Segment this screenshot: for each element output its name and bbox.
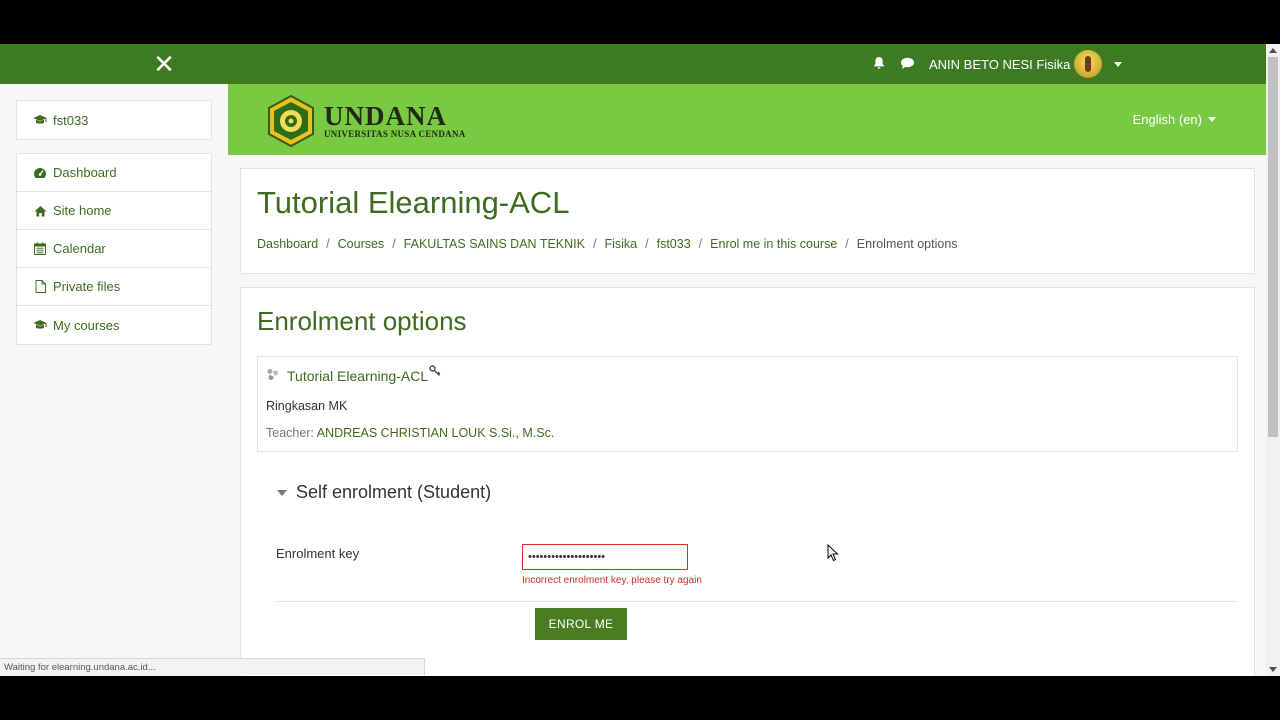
- sidebar: fst033 Dashboard Site home Calendar Priv…: [0, 84, 228, 676]
- breadcrumb-current: Enrolment options: [856, 237, 958, 251]
- file-icon: [33, 280, 47, 294]
- sidebar-item-my-courses[interactable]: My courses: [17, 306, 211, 344]
- avatar: [1074, 50, 1103, 78]
- dashboard-icon: [33, 166, 47, 180]
- mouse-cursor-icon: [827, 543, 839, 567]
- chat-icon[interactable]: [900, 56, 915, 70]
- close-icon[interactable]: ✕: [153, 49, 175, 79]
- enrolment-card: Enrolment options Tutorial Elearning-ACL…: [240, 287, 1255, 676]
- sidebar-item-label: Private files: [53, 279, 121, 294]
- breadcrumb-separator: /: [326, 237, 330, 251]
- breadcrumb-item[interactable]: Courses: [338, 237, 385, 251]
- scroll-up-icon[interactable]: [1269, 48, 1277, 53]
- sidebar-item-site-home[interactable]: Site home: [17, 192, 211, 230]
- sidebar-nav-block: Dashboard Site home Calendar Private fil…: [16, 153, 212, 345]
- bell-icon[interactable]: [872, 56, 886, 70]
- scrollbar[interactable]: [1266, 44, 1280, 676]
- user-menu[interactable]: ANIN BETO NESI Fisika: [929, 50, 1123, 78]
- graduation-cap-icon: [33, 318, 47, 332]
- sidebar-item-label: Dashboard: [53, 165, 117, 180]
- course-summary-box: Tutorial Elearning-ACL Ringkasan MK Teac…: [257, 356, 1238, 452]
- course-icon: [266, 368, 279, 384]
- scroll-down-icon[interactable]: [1269, 667, 1277, 672]
- browser-status-bar: Waiting for elearning.undana.ac.id...: [0, 658, 425, 675]
- language-label: English (en): [1132, 112, 1202, 127]
- graduation-cap-icon: [33, 113, 47, 127]
- breadcrumb-item[interactable]: FAKULTAS SAINS DAN TEKNIK: [404, 237, 585, 251]
- breadcrumb-separator: /: [392, 237, 396, 251]
- key-icon: [429, 364, 441, 380]
- breadcrumb-item[interactable]: fst033: [657, 237, 691, 251]
- browser-viewport: ✕ ANIN BETO NESI Fisika fst033 Dashboard…: [0, 44, 1280, 676]
- chevron-down-icon: [1208, 117, 1216, 122]
- breadcrumb-separator: /: [592, 237, 597, 251]
- calendar-icon: [33, 242, 47, 256]
- logo-main-text: UNDANA: [324, 101, 447, 131]
- course-link[interactable]: Tutorial Elearning-ACL: [266, 364, 441, 384]
- teacher-label: Teacher:: [266, 426, 314, 440]
- chevron-down-icon: [1114, 61, 1123, 67]
- course-summary: Ringkasan MK: [266, 399, 348, 413]
- collapse-icon: [277, 489, 287, 496]
- top-navbar: ✕ ANIN BETO NESI Fisika: [0, 44, 1266, 84]
- form-divider: [276, 601, 1238, 602]
- sidebar-item-dashboard[interactable]: Dashboard: [17, 154, 211, 192]
- language-menu[interactable]: English (en): [1133, 112, 1216, 127]
- course-name: Tutorial Elearning-ACL: [287, 368, 429, 384]
- enrolment-key-input[interactable]: [522, 544, 688, 570]
- enrolment-key-label: Enrolment key: [276, 546, 360, 561]
- self-enrolment-toggle[interactable]: Self enrolment (Student): [277, 482, 491, 503]
- breadcrumb-item[interactable]: Enrol me in this course: [710, 237, 837, 251]
- enrolment-title: Enrolment options: [257, 306, 467, 336]
- enrolment-key-error: Incorrect enrolment key, please try agai…: [522, 575, 702, 586]
- user-name: ANIN BETO NESI Fisika: [929, 56, 1071, 72]
- sidebar-item-label: fst033: [53, 112, 89, 128]
- home-icon: [33, 204, 47, 218]
- breadcrumb-separator: /: [698, 237, 703, 251]
- undana-emblem-icon: [268, 94, 314, 148]
- sidebar-item-label: Calendar: [53, 241, 106, 256]
- breadcrumb-item[interactable]: Dashboard: [257, 237, 318, 251]
- sidebar-course-block: fst033: [16, 100, 212, 140]
- sidebar-item-course[interactable]: fst033: [17, 101, 211, 139]
- teacher-link[interactable]: ANDREAS CHRISTIAN LOUK S.Si., M.Sc.: [317, 426, 555, 440]
- sidebar-item-label: My courses: [53, 317, 120, 333]
- breadcrumb: Dashboard / Courses / FAKULTAS SAINS DAN T…: [257, 237, 958, 251]
- logo-text: UNDANA UNIVERSITAS NUSA CENDANA: [324, 101, 466, 140]
- sidebar-item-calendar[interactable]: Calendar: [17, 230, 211, 268]
- sidebar-item-private-files[interactable]: Private files: [17, 268, 211, 306]
- self-enrolment-title: Self enrolment (Student): [296, 482, 492, 502]
- logo-sub-text: UNIVERSITAS NUSA CENDANA: [324, 129, 466, 139]
- breadcrumb-item[interactable]: Fisika: [604, 237, 637, 251]
- undana-logo[interactable]: UNDANA UNIVERSITAS NUSA CENDANA: [264, 94, 466, 148]
- breadcrumb-separator: /: [845, 237, 849, 251]
- nav-icons: [872, 56, 915, 70]
- course-teacher: Teacher: ANDREAS CHRISTIAN LOUK S.Si., M…: [266, 426, 554, 440]
- close-drawer-button[interactable]: ✕: [152, 49, 176, 79]
- enrol-me-button[interactable]: ENROL ME: [535, 608, 627, 640]
- breadcrumb-separator: /: [645, 237, 649, 251]
- scroll-thumb[interactable]: [1268, 57, 1278, 437]
- page-header-card: Tutorial Elearning-ACL Dashboard / Course…: [240, 168, 1255, 274]
- sidebar-item-label: Site home: [53, 203, 112, 218]
- page-title: Tutorial Elearning-ACL: [257, 185, 570, 220]
- site-header: UNDANA UNIVERSITAS NUSA CENDANA English …: [228, 84, 1266, 155]
